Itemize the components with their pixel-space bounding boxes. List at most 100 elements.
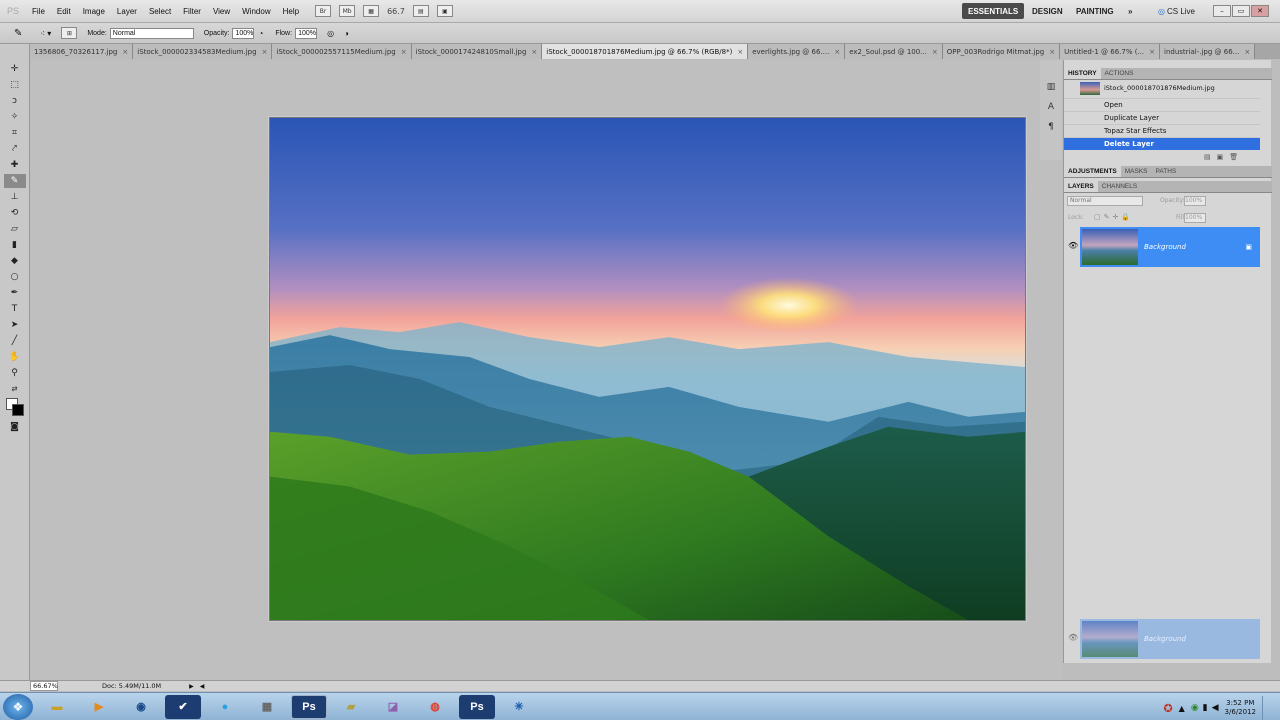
document-tab-active[interactable]: iStock_000018701876Medium.jpg @ 66.7% (R… [542, 44, 749, 59]
character-panel-icon[interactable]: A [1043, 100, 1059, 114]
document-tab[interactable]: iStock_000017424810Small.jpg × [411, 44, 543, 59]
swap-colors-icon[interactable]: ⇄ [4, 382, 26, 396]
history-state-selected[interactable]: Delete Layer [1064, 137, 1260, 150]
history-state[interactable]: Open [1064, 98, 1260, 111]
view-extras-icon[interactable]: ▦ [363, 5, 380, 17]
blur-tool-icon[interactable]: ◆ [4, 254, 26, 268]
document-tab[interactable]: iStock_000002334583Medium.jpg × [133, 44, 273, 59]
zoom-tool-icon[interactable]: ⚲ [4, 366, 26, 380]
fill-field[interactable]: 100% [1184, 213, 1206, 223]
menu-window[interactable]: Window [236, 7, 276, 16]
media-player-taskbar-icon[interactable]: ▶ [81, 695, 117, 719]
eraser-tool-icon[interactable]: ▱ [4, 222, 26, 236]
checkmark-app-taskbar-icon[interactable]: ✔ [165, 694, 201, 719]
explorer-taskbar-icon[interactable]: ▬ [39, 695, 75, 719]
close-tab-icon[interactable]: × [122, 48, 128, 56]
lasso-tool-icon[interactable]: ↄ [4, 94, 26, 108]
workspace-painting[interactable]: PAINTING [1070, 3, 1120, 19]
brush-tool-icon-active[interactable]: ✎ [3, 174, 26, 188]
minimize-button[interactable]: – [1213, 5, 1231, 17]
history-snapshot[interactable]: iStock_000018701876Medium.jpg [1080, 81, 1260, 95]
workspace-design[interactable]: DESIGN [1026, 3, 1069, 19]
tray-app-icon[interactable]: ✪ [1163, 702, 1172, 715]
photoshop-taskbar-icon[interactable]: Ps [291, 694, 327, 719]
size-pressure-icon[interactable]: ◑ [344, 29, 349, 38]
close-tab-icon[interactable]: × [401, 48, 407, 56]
menu-filter[interactable]: Filter [177, 7, 207, 16]
workspace-more[interactable]: » [1122, 3, 1138, 19]
menu-image[interactable]: Image [77, 7, 111, 16]
marquee-tool-icon[interactable]: ⬚ [4, 78, 26, 92]
shape-tool-icon[interactable]: ╱ [4, 334, 26, 348]
clone-stamp-tool-icon[interactable]: ⊥ [4, 190, 26, 204]
status-zoom[interactable]: 66.67% [30, 681, 58, 691]
history-state[interactable]: Duplicate Layer [1064, 111, 1260, 124]
history-brush-tool-icon[interactable]: ⟲ [4, 206, 26, 220]
document-image[interactable] [269, 117, 1026, 621]
menu-edit[interactable]: Edit [51, 7, 77, 16]
scroll-left-icon[interactable]: ◀ [200, 683, 205, 690]
brush-preset-icon[interactable]: ⁖ ▾ [40, 29, 51, 38]
history-footer-icons[interactable]: ▤▣🗑 [1204, 153, 1244, 161]
paragraph-panel-icon[interactable]: ¶ [1043, 120, 1059, 134]
document-tab[interactable]: OPP_003Rodrigo Mitmat.jpg × [942, 44, 1061, 59]
hand-tool-icon[interactable]: ✋ [4, 350, 26, 364]
eyedropper-tool-icon[interactable]: ⤤ [4, 142, 26, 156]
menu-help[interactable]: Help [277, 7, 305, 16]
document-tab[interactable]: everlights.jpg @ 66.... × [748, 44, 846, 59]
menu-view[interactable]: View [207, 7, 236, 16]
opacity-pressure-icon[interactable]: ◔ [258, 29, 263, 38]
document-tab[interactable]: industrial-.jpg @ 66... × [1160, 44, 1256, 59]
flow-field[interactable]: 100% [295, 27, 318, 39]
layer-opacity-field[interactable]: 100% [1184, 196, 1206, 206]
show-hidden-icons-icon[interactable]: ▲ [1179, 704, 1185, 713]
quick-select-tool-icon[interactable]: ✧ [4, 110, 26, 124]
document-size[interactable]: Doc: 5.49M/11.0M [102, 682, 161, 690]
image-app-taskbar-icon[interactable]: ◪ [375, 695, 411, 719]
dodge-tool-icon[interactable]: ○ [4, 270, 26, 284]
tray-security-icon[interactable]: ◉ [1191, 703, 1199, 713]
close-tab-icon[interactable]: × [834, 48, 840, 56]
tab-masks[interactable]: MASKS [1121, 166, 1152, 177]
airbrush-icon[interactable]: ◎ [327, 29, 334, 38]
chrome-taskbar-icon[interactable]: ◍ [417, 695, 453, 719]
close-tab-icon[interactable]: × [531, 48, 537, 56]
path-select-tool-icon[interactable]: ➤ [4, 318, 26, 332]
close-tab-icon[interactable]: × [1049, 48, 1055, 56]
layer-row[interactable]: Background ▣ [1080, 227, 1260, 267]
close-tab-icon[interactable]: × [1244, 48, 1250, 56]
type-tool-icon[interactable]: T [4, 302, 26, 316]
history-state[interactable]: Topaz Star Effects [1064, 124, 1260, 137]
start-button[interactable]: ❖ [3, 693, 33, 720]
blend-mode-select[interactable]: Normal [1067, 196, 1143, 206]
tray-network-icon[interactable]: ▮ [1203, 703, 1208, 713]
color-swatches[interactable] [4, 398, 26, 418]
document-tab[interactable]: ex2_Soul.psd @ 100... × [845, 44, 943, 59]
menu-file[interactable]: File [26, 7, 51, 16]
move-tool-icon[interactable]: ✛ [4, 62, 26, 76]
cs-live-button[interactable]: ◎ CS Live [1152, 3, 1201, 19]
tab-actions[interactable]: ACTIONS [1101, 68, 1138, 79]
tray-volume-icon[interactable]: ◀ [1212, 703, 1219, 713]
tab-paths[interactable]: PATHS [1152, 166, 1181, 177]
screen-mode-icon[interactable]: ▣ [436, 5, 453, 17]
close-tab-icon[interactable]: × [737, 48, 743, 56]
close-tab-icon[interactable]: × [262, 48, 268, 56]
opacity-field[interactable]: 100% [232, 27, 255, 39]
system-clock[interactable]: 3:52 PM 3/6/2012 [1225, 699, 1256, 717]
program-taskbar-icon[interactable]: ▦ [249, 695, 285, 719]
close-tab-icon[interactable]: × [1149, 48, 1155, 56]
folder-taskbar-icon[interactable]: ▰ [333, 695, 369, 719]
document-tab[interactable]: Untitled-1 @ 66.7% (... × [1060, 44, 1160, 59]
document-tab[interactable]: iStock_000002557115Medium.jpg × [272, 44, 412, 59]
hp-taskbar-icon[interactable]: ◉ [123, 695, 159, 719]
tab-adjustments[interactable]: ADJUSTMENTS [1064, 166, 1121, 177]
lock-icons[interactable]: ▢✎✛🔒 [1094, 213, 1133, 221]
close-button[interactable]: ✕ [1251, 5, 1269, 17]
status-menu-arrow-icon[interactable]: ▶ [189, 683, 194, 690]
quick-mask-icon[interactable]: ◙ [4, 420, 26, 434]
document-tab[interactable]: 1356806_70326117.jpg × [30, 44, 134, 59]
close-tab-icon[interactable]: × [932, 48, 938, 56]
background-color[interactable] [11, 404, 24, 416]
healing-brush-tool-icon[interactable]: ✚ [4, 158, 26, 172]
